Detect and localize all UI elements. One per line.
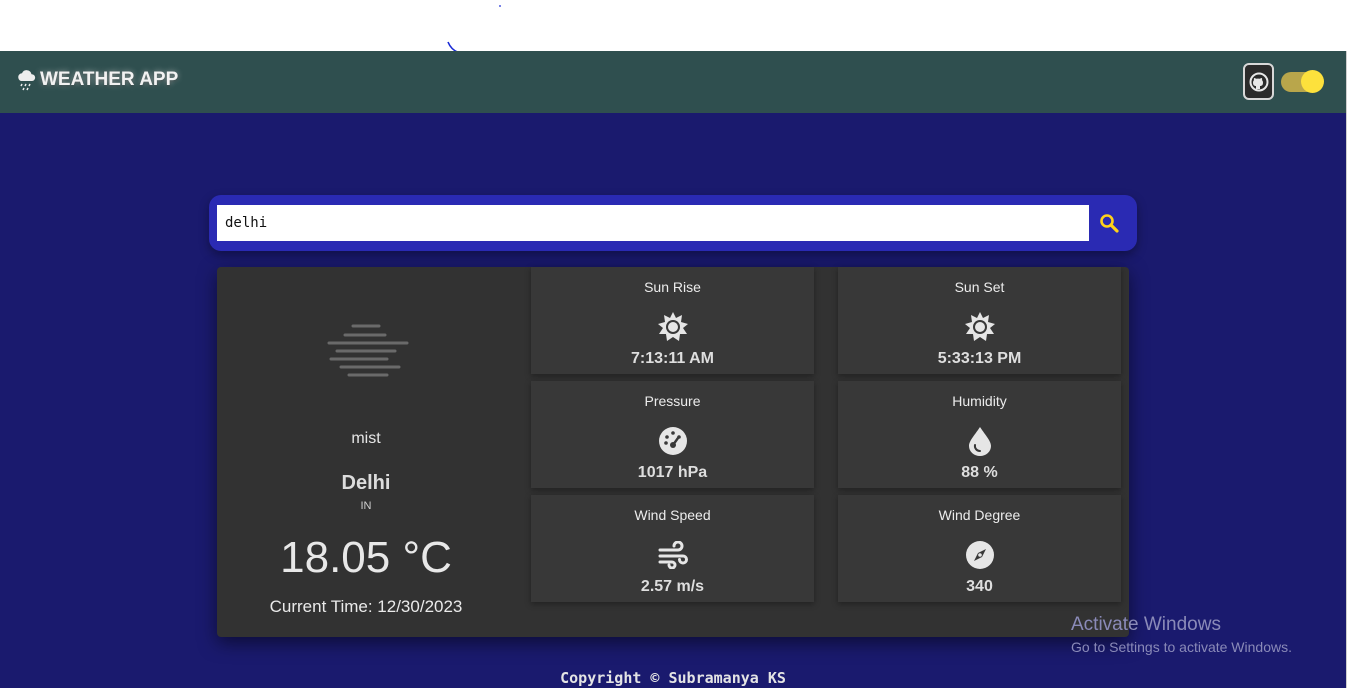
github-button[interactable] [1243,63,1274,100]
search-input[interactable] [217,205,1089,241]
navbar: WEATHER APP [0,51,1346,113]
windows-activation-watermark: Activate Windows Go to Settings to activ… [1071,614,1292,655]
top-blank-area [0,0,1350,51]
sun-icon [964,311,996,343]
weather-condition: mist [351,430,381,447]
watermark-subtitle: Go to Settings to activate Windows. [1071,639,1292,655]
tile-value: 5:33:13 PM [937,350,1022,367]
tile-value: 1017 hPa [637,464,708,481]
current-time: Current Time: 12/30/2023 [269,597,463,616]
search-button[interactable] [1095,207,1123,239]
github-icon [1249,72,1268,91]
tile-label: Wind Degree [938,507,1021,523]
theme-toggle[interactable] [1281,70,1324,93]
wind-icon [657,539,689,571]
tile-pressure: Pressure 1017 hPa [531,381,814,488]
tile-label: Sun Rise [644,279,701,295]
temperature: 18.05 °C [280,533,452,582]
mist-icon [327,324,409,377]
droplet-icon [964,425,996,457]
compass-icon [964,539,996,571]
brand[interactable]: WEATHER APP [16,69,178,91]
app-title: WEATHER APP [40,69,179,90]
tile-label: Sun Set [954,279,1005,295]
weather-card: mist Delhi IN 18.05 °C Current Time: 12/… [217,267,1129,637]
search-icon [1100,214,1119,233]
tile-value: 7:13:11 AM [631,350,714,367]
tile-label: Wind Speed [634,507,711,523]
tile-label: Humidity [952,393,1007,409]
current-weather-panel: mist Delhi IN 18.05 °C Current Time: 12/… [217,267,517,637]
sun-icon [657,311,689,343]
tile-sunrise: Sun Rise 7:13:11 AM [531,267,814,374]
city-name: Delhi [341,472,391,494]
tile-wind-degree: Wind Degree 340 [838,495,1121,602]
search-bar [209,195,1137,251]
tile-label: Pressure [644,393,701,409]
country-code: IN [360,500,372,512]
tile-sunset: Sun Set 5:33:13 PM [838,267,1121,374]
tile-humidity: Humidity 88 % [838,381,1121,488]
cloud-rain-icon [16,69,38,91]
watermark-title: Activate Windows [1071,614,1221,635]
tile-value: 88 % [961,464,998,481]
footer-copyright: Copyright © Subramanya KS [560,669,786,687]
tile-value: 340 [966,578,993,595]
tile-wind-speed: Wind Speed 2.57 m/s [531,495,814,602]
toggle-knob [1301,70,1324,93]
gauge-icon [657,425,689,457]
tile-value: 2.57 m/s [640,578,705,595]
right-edge [1346,51,1350,688]
